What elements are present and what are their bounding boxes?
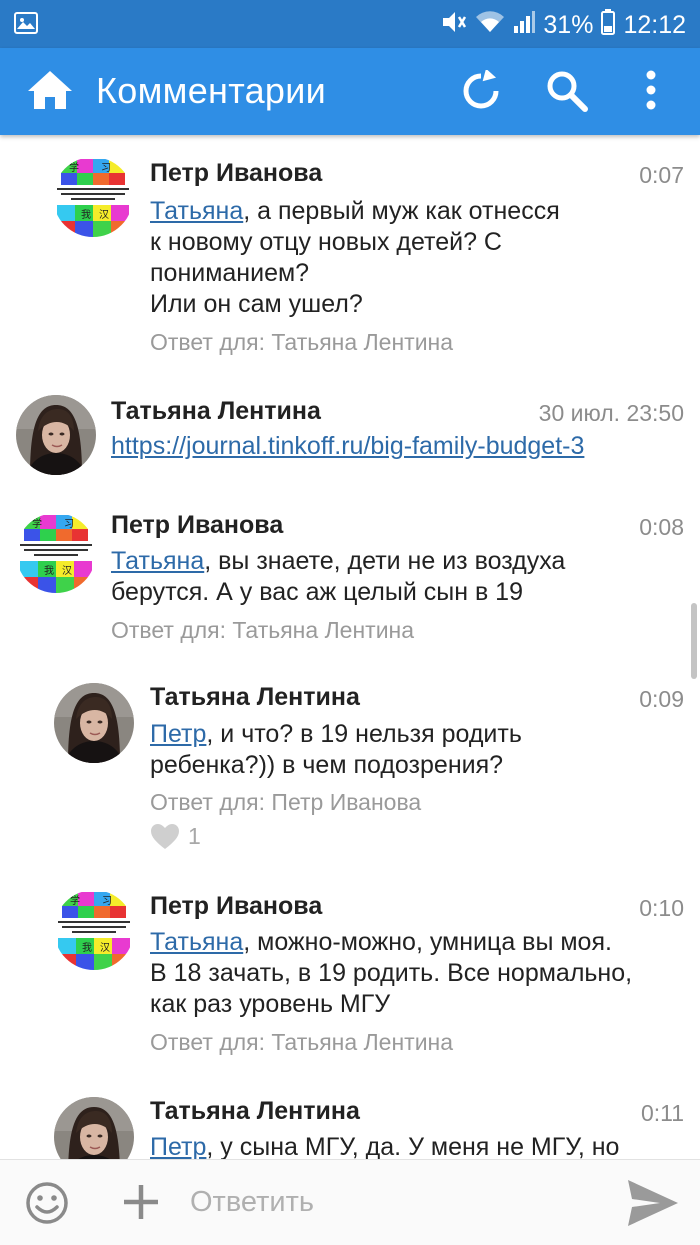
reply-to[interactable]: Ответ для: Петр Иванова (150, 789, 421, 816)
comment-item: Татьяна Лентина 0:11 Петр, у сына МГУ, д… (0, 1085, 700, 1159)
reply-to[interactable]: Ответ для: Татьяна Лентина (150, 1029, 453, 1056)
comment-time: 0:08 (639, 514, 684, 540)
wifi-icon (475, 10, 505, 41)
mention-link[interactable]: Петр (150, 1133, 206, 1159)
signal-icon (513, 10, 536, 41)
clock: 12:12 (623, 11, 686, 39)
comment-time: 0:09 (639, 686, 684, 712)
mention-link[interactable]: Татьяна (150, 928, 243, 956)
emoji-icon[interactable] (25, 1181, 69, 1230)
status-bar: 31% 12:12 (0, 0, 700, 48)
comment-item: Петр Иванова 0:07 Татьяна, а первый муж … (0, 135, 700, 375)
home-icon[interactable] (26, 68, 74, 117)
like-button[interactable]: 1 (150, 823, 201, 850)
comments-feed[interactable]: Петр Иванова 0:07 Татьяна, а первый муж … (0, 135, 700, 1159)
comment-time: 0:10 (639, 895, 684, 921)
mute-icon (441, 10, 467, 41)
comment-author[interactable]: Татьяна Лентина (150, 1097, 360, 1126)
comment-text: Татьяна, вы знаете, дети не из воздуха б… (111, 547, 566, 606)
comment-author[interactable]: Петр Иванова (150, 159, 322, 188)
comment-text: Татьяна, а первый муж как отнесся к ново… (150, 197, 560, 318)
comment-time: 30 июл. 23:50 (538, 400, 684, 426)
avatar[interactable] (16, 513, 96, 593)
comment-item: Татьяна Лентина 30 июл. 23:50 https://jo… (0, 375, 700, 495)
avatar[interactable] (54, 683, 134, 763)
avatar[interactable] (54, 1097, 134, 1159)
battery-percent: 31% (543, 11, 594, 39)
send-icon[interactable] (626, 1178, 680, 1233)
avatar[interactable] (16, 395, 96, 475)
reply-composer (0, 1159, 700, 1245)
mention-link[interactable]: Татьяна (150, 197, 243, 225)
comment-link[interactable]: https://journal.tinkoff.ru/big-family-bu… (111, 431, 584, 462)
comment-author[interactable]: Петр Иванова (150, 892, 322, 921)
reply-to[interactable]: Ответ для: Татьяна Лентина (111, 617, 414, 644)
comment-author[interactable]: Татьяна Лентина (150, 683, 360, 712)
avatar[interactable] (53, 157, 133, 237)
battery-icon (601, 9, 616, 42)
comment-text: Татьяна, можно-можно, умница вы моя. В 1… (150, 928, 633, 1018)
page-title: Комментарии (96, 70, 327, 111)
scrollbar[interactable] (691, 603, 697, 679)
comment-time: 0:07 (639, 162, 684, 188)
refresh-icon[interactable] (460, 68, 502, 117)
comment-text: Петр, у сына МГУ, да. У меня не МГУ, но (150, 1133, 620, 1159)
comment-author[interactable]: Татьяна Лентина (111, 397, 321, 426)
comment-item: Петр Иванова 0:08 Татьяна, вы знаете, де… (0, 495, 700, 675)
reply-to[interactable]: Ответ для: Татьяна Лентина (150, 329, 453, 356)
comment-text: Петр, и что? в 19 нельзя родить ребенка?… (150, 720, 522, 779)
comment-item: Татьяна Лентина 0:09 Петр, и что? в 19 н… (0, 675, 700, 875)
reply-input[interactable] (190, 1182, 590, 1222)
like-count: 1 (188, 823, 201, 849)
comment-author[interactable]: Петр Иванова (111, 511, 283, 540)
comment-time: 0:11 (640, 1100, 684, 1126)
more-icon[interactable] (645, 70, 657, 115)
gallery-icon (14, 12, 38, 34)
plus-icon[interactable] (122, 1183, 160, 1226)
url-link[interactable]: https://journal.tinkoff.ru/big-family-bu… (111, 432, 584, 460)
avatar[interactable] (54, 890, 134, 970)
mention-link[interactable]: Петр (150, 720, 206, 748)
search-icon[interactable] (546, 70, 588, 117)
comment-item: Петр Иванова 0:10 Татьяна, можно-можно, … (0, 875, 700, 1085)
mention-link[interactable]: Татьяна (111, 547, 204, 575)
app-bar: Комментарии (0, 48, 700, 135)
heart-icon (151, 824, 179, 849)
